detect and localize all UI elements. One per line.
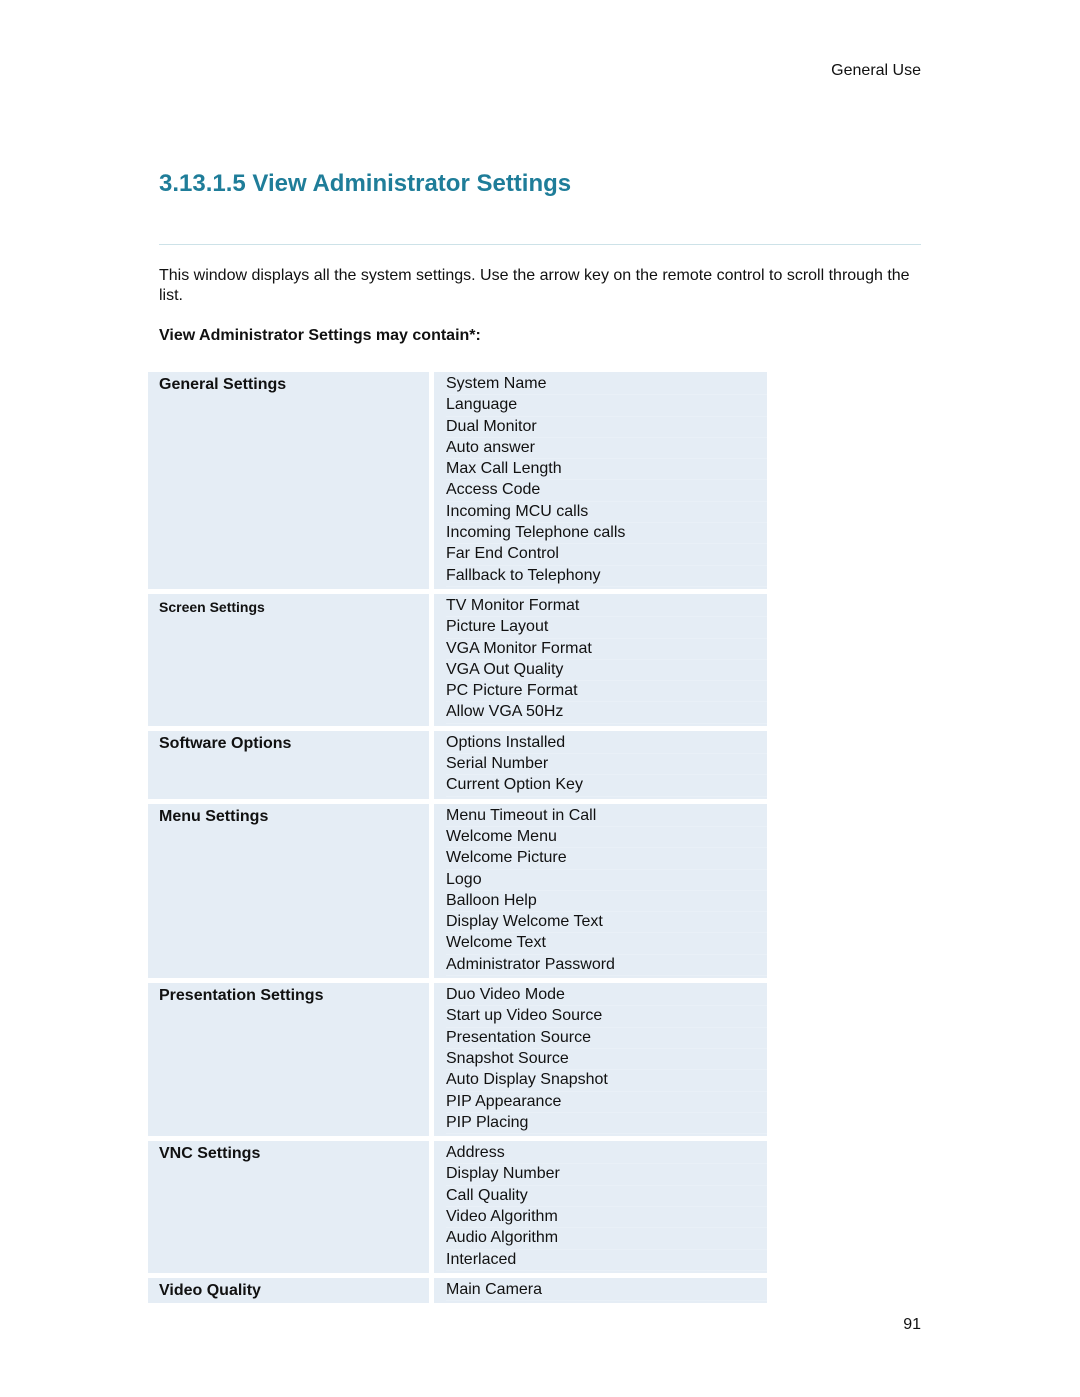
settings-item: Logo bbox=[446, 870, 767, 891]
settings-category: VNC Settings bbox=[148, 1141, 429, 1273]
settings-item: Picture Layout bbox=[446, 617, 767, 639]
settings-items: Options Installed Serial Number Current Op… bbox=[434, 730, 767, 799]
settings-item: Options Installed bbox=[446, 733, 767, 755]
settings-item: Current Option Key bbox=[446, 775, 767, 797]
settings-row: Screen Settings TV Monitor Format Picture … bbox=[148, 593, 767, 726]
settings-item: Presentation Source bbox=[446, 1028, 767, 1049]
settings-items: TV Monitor Format Picture Layout VGA Monit… bbox=[434, 593, 767, 726]
running-header: General Use bbox=[831, 62, 921, 79]
settings-item: Allow VGA 50Hz bbox=[446, 702, 767, 724]
settings-row: VNC Settings Address Display Number Call Qu… bbox=[148, 1141, 767, 1273]
settings-item: Display Number bbox=[446, 1164, 767, 1186]
settings-item: VGA Out Quality bbox=[446, 660, 767, 682]
settings-item: TV Monitor Format bbox=[446, 596, 767, 618]
settings-item: Address bbox=[446, 1143, 767, 1165]
settings-item: Call Quality bbox=[446, 1186, 767, 1207]
settings-item: Interlaced bbox=[446, 1250, 767, 1271]
settings-item: Balloon Help bbox=[446, 891, 767, 913]
settings-item: Access Code bbox=[446, 480, 767, 502]
settings-item: Incoming Telephone calls bbox=[446, 523, 767, 545]
settings-item: PC Picture Format bbox=[446, 681, 767, 703]
settings-item: Welcome Text bbox=[446, 933, 767, 955]
settings-item: Welcome Picture bbox=[446, 848, 767, 870]
settings-item: Main Camera bbox=[446, 1280, 767, 1302]
settings-subheading: View Administrator Settings may contain*… bbox=[159, 327, 481, 344]
settings-item: Dual Monitor bbox=[446, 417, 767, 438]
settings-table: General Settings System Name Language Dual … bbox=[148, 372, 767, 1308]
settings-items: Address Display Number Call Quality Video A… bbox=[434, 1141, 767, 1273]
settings-row: Menu Settings Menu Timeout in Call Welcome… bbox=[148, 803, 767, 979]
settings-item: Far End Control bbox=[446, 544, 767, 566]
settings-row: General Settings System Name Language Dual … bbox=[148, 372, 767, 589]
heading-divider bbox=[159, 244, 921, 245]
settings-item: Fallback to Telephony bbox=[446, 566, 767, 587]
settings-row: Presentation Settings Duo Video Mode Start… bbox=[148, 983, 767, 1137]
settings-items: Duo Video Mode Start up Video Source Prese… bbox=[434, 983, 767, 1137]
settings-items: System Name Language Dual Monitor Auto answ… bbox=[434, 372, 767, 589]
settings-item: Snapshot Source bbox=[446, 1049, 767, 1071]
settings-item: Display Welcome Text bbox=[446, 912, 767, 934]
settings-item: Welcome Menu bbox=[446, 827, 767, 849]
page-number: 91 bbox=[903, 1316, 921, 1333]
settings-item: Auto Display Snapshot bbox=[446, 1070, 767, 1092]
settings-category: Software Options bbox=[148, 730, 429, 799]
settings-category: Menu Settings bbox=[148, 803, 429, 979]
settings-category: Presentation Settings bbox=[148, 983, 429, 1137]
settings-item: Video Algorithm bbox=[446, 1207, 767, 1229]
settings-item: Administrator Password bbox=[446, 955, 767, 977]
settings-item: PIP Placing bbox=[446, 1113, 767, 1135]
settings-item: Serial Number bbox=[446, 754, 767, 776]
settings-item: VGA Monitor Format bbox=[446, 639, 767, 660]
settings-item: Duo Video Mode bbox=[446, 985, 767, 1007]
settings-item: Start up Video Source bbox=[446, 1006, 767, 1028]
settings-item: Audio Algorithm bbox=[446, 1228, 767, 1250]
settings-item: PIP Appearance bbox=[446, 1092, 767, 1113]
settings-item: Auto answer bbox=[446, 438, 767, 460]
settings-items: Main Camera bbox=[434, 1277, 767, 1304]
settings-item: Incoming MCU calls bbox=[446, 502, 767, 524]
settings-item: Max Call Length bbox=[446, 459, 767, 481]
settings-row: Video Quality Main Camera bbox=[148, 1277, 767, 1304]
settings-category: Video Quality bbox=[148, 1277, 429, 1304]
settings-items: Menu Timeout in Call Welcome Menu Welcome … bbox=[434, 803, 767, 979]
settings-item: Menu Timeout in Call bbox=[446, 806, 767, 827]
settings-row: Software Options Options Installed Serial … bbox=[148, 730, 767, 799]
settings-category: General Settings bbox=[148, 372, 429, 589]
settings-category: Screen Settings bbox=[148, 593, 429, 726]
section-heading: 3.13.1.5 View Administrator Settings bbox=[159, 170, 572, 197]
intro-paragraph: This window displays all the system sett… bbox=[159, 267, 910, 304]
settings-item: Language bbox=[446, 395, 767, 417]
settings-item: System Name bbox=[446, 374, 767, 396]
